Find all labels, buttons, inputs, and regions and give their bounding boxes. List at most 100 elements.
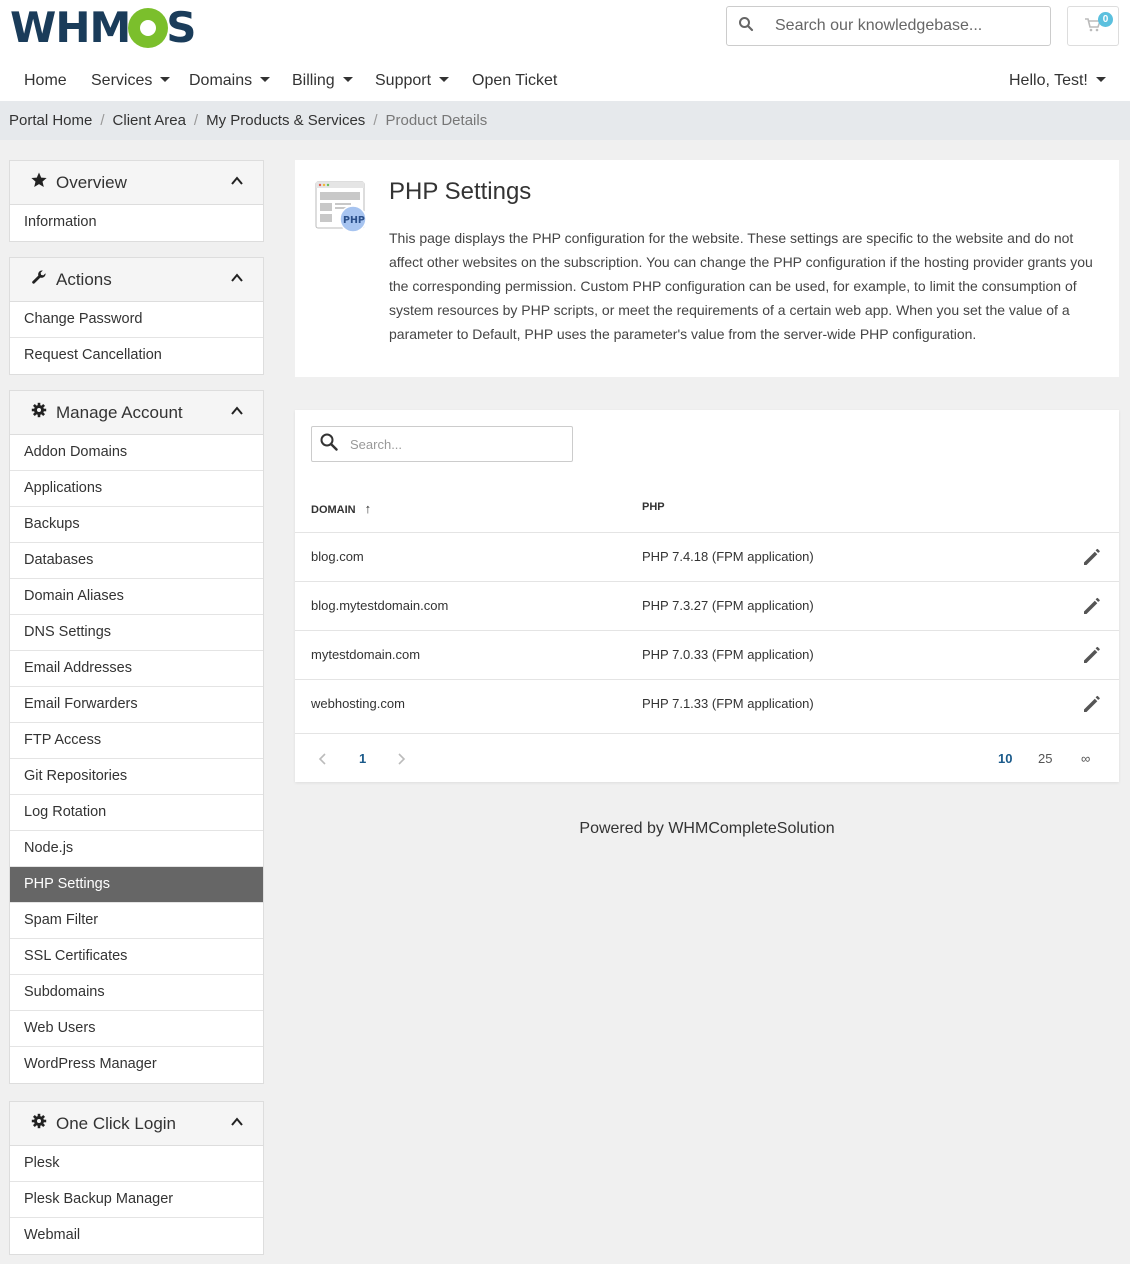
wrench-icon bbox=[30, 269, 48, 290]
sidebar-panel-overview: Overview Information bbox=[9, 160, 264, 242]
nav-domains[interactable]: Domains bbox=[189, 72, 271, 90]
panel-title: Overview bbox=[56, 172, 127, 192]
sidebar-item-webmail[interactable]: Webmail bbox=[10, 1218, 263, 1254]
page-size-all[interactable]: ∞ bbox=[1081, 751, 1090, 766]
pencil-edit-icon[interactable] bbox=[1082, 547, 1102, 567]
panel-title: Manage Account bbox=[56, 402, 183, 422]
breadcrumb-separator: / bbox=[193, 112, 199, 129]
php-settings-icon: PHP bbox=[315, 180, 369, 234]
cell-domain: webhosting.com bbox=[311, 696, 405, 711]
sidebar-item-php-settings[interactable]: PHP Settings bbox=[10, 867, 263, 903]
search-icon[interactable] bbox=[727, 16, 765, 36]
sidebar-item-email-forwarders[interactable]: Email Forwarders bbox=[10, 687, 263, 723]
nav-user-label: Hello, Test! bbox=[1009, 72, 1088, 89]
search-icon bbox=[312, 433, 346, 456]
breadcrumb-portal-home[interactable]: Portal Home bbox=[9, 112, 92, 129]
sidebar-item-spam-filter[interactable]: Spam Filter bbox=[10, 903, 263, 939]
page-title: PHP Settings bbox=[389, 178, 532, 205]
sidebar-panel-actions: Actions Change Password Request Cancella… bbox=[9, 257, 264, 375]
panel-header-actions[interactable]: Actions bbox=[10, 258, 263, 302]
cell-php-version: PHP 7.1.33 (FPM application) bbox=[642, 696, 814, 711]
page-size-25[interactable]: 25 bbox=[1038, 751, 1052, 766]
sidebar-item-subdomains[interactable]: Subdomains bbox=[10, 975, 263, 1011]
pencil-edit-icon[interactable] bbox=[1082, 694, 1102, 714]
chevron-right-icon[interactable] bbox=[398, 753, 406, 765]
breadcrumb-product-details: Product Details bbox=[385, 112, 488, 129]
cart-button[interactable]: 0 bbox=[1067, 6, 1119, 46]
sidebar-item-dns-settings[interactable]: DNS Settings bbox=[10, 615, 263, 651]
nav-home[interactable]: Home bbox=[24, 72, 67, 90]
breadcrumb-my-products[interactable]: My Products & Services bbox=[206, 112, 365, 129]
pagination-divider bbox=[295, 733, 1119, 734]
cell-domain: blog.com bbox=[311, 549, 364, 564]
panel-header-manage-account[interactable]: Manage Account bbox=[10, 391, 263, 435]
sidebar-item-applications[interactable]: Applications bbox=[10, 471, 263, 507]
sidebar-item-wordpress-manager[interactable]: WordPress Manager bbox=[10, 1047, 263, 1083]
cell-php-version: PHP 7.0.33 (FPM application) bbox=[642, 647, 814, 662]
sidebar-item-email-addresses[interactable]: Email Addresses bbox=[10, 651, 263, 687]
cell-php-version: PHP 7.3.27 (FPM application) bbox=[642, 598, 814, 613]
sidebar-item-ftp-access[interactable]: FTP Access bbox=[10, 723, 263, 759]
sidebar-item-nodejs[interactable]: Node.js bbox=[10, 831, 263, 867]
chevron-left-icon[interactable] bbox=[318, 753, 326, 765]
caret-down-icon bbox=[342, 77, 353, 82]
chevron-up-icon[interactable] bbox=[231, 175, 243, 187]
page-size-10[interactable]: 10 bbox=[998, 751, 1012, 766]
cell-php-version: PHP 7.4.18 (FPM application) bbox=[642, 549, 814, 564]
sidebar-item-plesk-backup-manager[interactable]: Plesk Backup Manager bbox=[10, 1182, 263, 1218]
php-settings-intro-card: PHP PHP Settings This page displays the … bbox=[295, 160, 1119, 377]
sidebar-item-change-password[interactable]: Change Password bbox=[10, 302, 263, 338]
page-number-1[interactable]: 1 bbox=[359, 751, 366, 766]
nav-support[interactable]: Support bbox=[375, 72, 450, 90]
chevron-up-icon[interactable] bbox=[231, 1116, 243, 1128]
breadcrumb-client-area[interactable]: Client Area bbox=[113, 112, 186, 129]
sidebar-item-ssl-certificates[interactable]: SSL Certificates bbox=[10, 939, 263, 975]
sidebar-item-backups[interactable]: Backups bbox=[10, 507, 263, 543]
sidebar-item-plesk[interactable]: Plesk bbox=[10, 1146, 263, 1182]
panel-title: Actions bbox=[56, 269, 112, 289]
sidebar-item-web-users[interactable]: Web Users bbox=[10, 1011, 263, 1047]
logo-text-left: WHM bbox=[10, 2, 131, 52]
nav-services[interactable]: Services bbox=[91, 72, 171, 90]
panel-header-one-click-login[interactable]: One Click Login bbox=[10, 1102, 263, 1146]
cog-icon bbox=[30, 402, 48, 423]
knowledgebase-search bbox=[726, 6, 1051, 46]
table-row: blog.mytestdomain.com PHP 7.3.27 (FPM ap… bbox=[295, 582, 1119, 631]
sidebar-item-addon-domains[interactable]: Addon Domains bbox=[10, 435, 263, 471]
sidebar-item-git-repositories[interactable]: Git Repositories bbox=[10, 759, 263, 795]
table-row: webhosting.com PHP 7.1.33 (FPM applicati… bbox=[295, 680, 1119, 729]
main-nav: Home Services Domains Billing Support Op… bbox=[0, 62, 1130, 100]
gear-icon bbox=[128, 8, 169, 48]
breadcrumb-separator: / bbox=[373, 112, 378, 129]
caret-down-icon bbox=[160, 77, 171, 82]
column-header-domain[interactable]: DOMAIN ↑ bbox=[311, 501, 371, 516]
nav-services-label: Services bbox=[91, 72, 153, 89]
panel-header-overview[interactable]: Overview bbox=[10, 161, 263, 205]
nav-domains-label: Domains bbox=[189, 72, 253, 89]
sidebar-item-domain-aliases[interactable]: Domain Aliases bbox=[10, 579, 263, 615]
pencil-edit-icon[interactable] bbox=[1082, 596, 1102, 616]
nav-open-ticket[interactable]: Open Ticket bbox=[472, 72, 557, 90]
php-settings-table-card: DOMAIN ↑ PHP blog.com PHP 7.4.18 (FPM app… bbox=[295, 410, 1119, 782]
sidebar-item-log-rotation[interactable]: Log Rotation bbox=[10, 795, 263, 831]
knowledgebase-search-input[interactable] bbox=[775, 17, 1035, 35]
chevron-up-icon[interactable] bbox=[231, 272, 243, 284]
table-search-input[interactable] bbox=[350, 436, 550, 452]
sidebar-item-information[interactable]: Information bbox=[10, 205, 263, 241]
table-row: blog.com PHP 7.4.18 (FPM application) bbox=[295, 533, 1119, 582]
pencil-edit-icon[interactable] bbox=[1082, 645, 1102, 665]
nav-user-menu[interactable]: Hello, Test! bbox=[1009, 72, 1106, 90]
cart-count-badge: 0 bbox=[1098, 12, 1113, 27]
sidebar-panel-one-click-login: One Click Login Plesk Plesk Backup Manag… bbox=[9, 1101, 264, 1255]
nav-billing[interactable]: Billing bbox=[292, 72, 353, 90]
column-header-php[interactable]: PHP bbox=[642, 501, 665, 513]
sort-asc-icon: ↑ bbox=[364, 501, 372, 516]
footer-powered-by: Powered by WHMCompleteSolution bbox=[579, 820, 835, 837]
whmcs-logo[interactable]: WHM S bbox=[10, 2, 197, 52]
sidebar-item-request-cancellation[interactable]: Request Cancellation bbox=[10, 338, 263, 374]
caret-down-icon bbox=[439, 77, 450, 82]
chevron-up-icon[interactable] bbox=[231, 405, 243, 417]
sidebar-item-databases[interactable]: Databases bbox=[10, 543, 263, 579]
caret-down-icon bbox=[260, 77, 271, 82]
php-badge-label: PHP bbox=[343, 215, 365, 226]
